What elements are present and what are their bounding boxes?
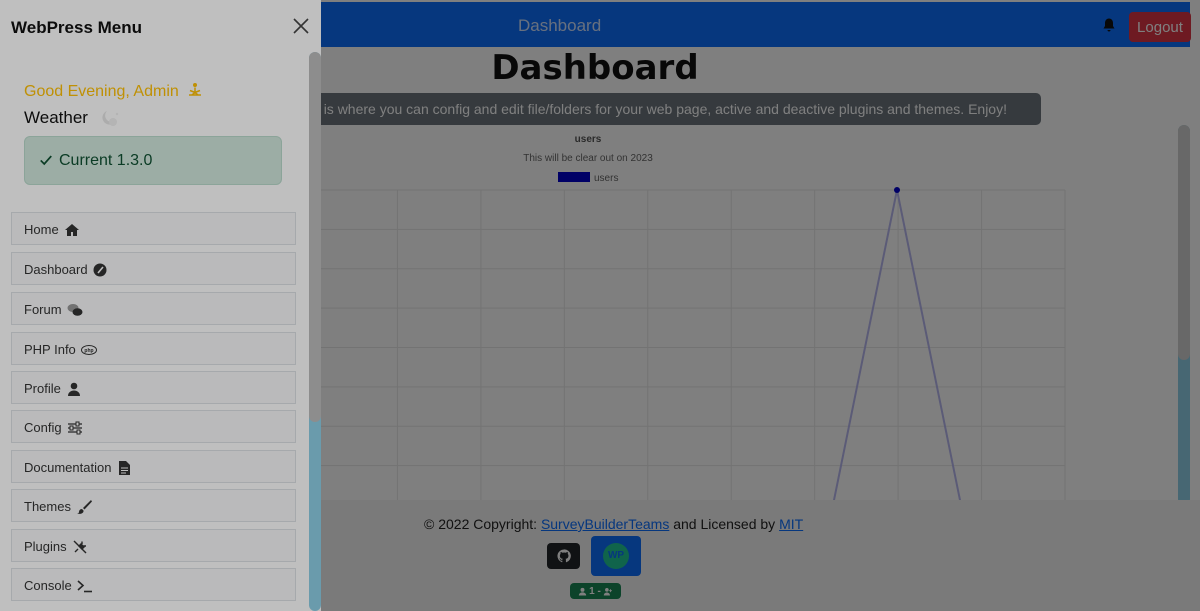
comments-icon (67, 304, 83, 316)
version-label: Current 1.3.0 (59, 152, 153, 169)
svg-text:php: php (84, 348, 93, 354)
check-icon (40, 155, 52, 166)
menu-item-dashboard[interactable]: Dashboard (11, 252, 296, 285)
menu-item-forum[interactable]: Forum (11, 292, 296, 325)
menu-item-console[interactable]: Console (11, 568, 296, 601)
menu-item-label: Documentation (24, 460, 112, 475)
moon-cloud-icon (102, 111, 119, 126)
weather-label: Weather (24, 108, 88, 127)
close-button[interactable] (291, 16, 311, 36)
menu-scrollbar-thumb[interactable] (309, 52, 321, 422)
brush-icon (76, 500, 92, 514)
menu-item-themes[interactable]: Themes (11, 489, 296, 522)
menu-item-label: Dashboard (24, 262, 88, 277)
greeting-label: Good Evening, Admin (24, 83, 179, 100)
menu-item-profile[interactable]: Profile (11, 371, 296, 404)
menu-item-config[interactable]: Config (11, 410, 296, 443)
terminal-icon (77, 580, 92, 593)
sliders-icon (67, 421, 82, 435)
menu-item-documentation[interactable]: Documentation (11, 450, 296, 483)
offcanvas-menu: WebPress Menu Good Evening, Admin Weathe… (0, 0, 321, 611)
menu-item-label: Themes (24, 499, 71, 514)
greeting-text: Good Evening, Admin (24, 82, 204, 101)
menu-item-label: Config (24, 420, 62, 435)
yoga-icon (189, 83, 202, 96)
menu-title: WebPress Menu (11, 18, 143, 37)
user-icon (67, 382, 80, 396)
file-icon (119, 461, 131, 475)
gauge-icon (93, 263, 107, 277)
php-icon: php (80, 345, 97, 355)
plug-icon (73, 540, 87, 554)
home-icon (64, 224, 79, 236)
menu-item-php-info[interactable]: PHP Info php (11, 332, 296, 365)
close-icon (293, 18, 309, 34)
menu-item-label: Home (24, 222, 59, 237)
menu-item-label: Forum (24, 302, 62, 317)
menu-item-home[interactable]: Home (11, 212, 296, 245)
menu-item-label: Plugins (24, 539, 67, 554)
menu-item-label: Profile (24, 381, 61, 396)
menu-item-label: Console (24, 578, 72, 593)
version-alert: Current 1.3.0 (24, 136, 282, 185)
menu-item-plugins[interactable]: Plugins (11, 529, 296, 562)
menu-item-label: PHP Info (24, 342, 76, 357)
